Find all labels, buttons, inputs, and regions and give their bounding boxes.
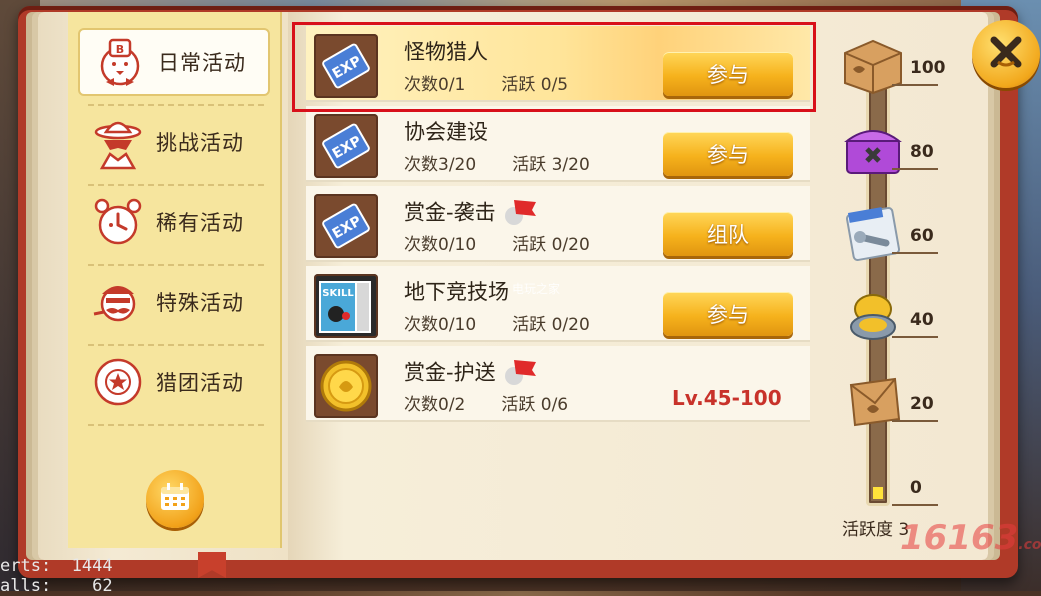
activity-points: 活跃 0/20: [512, 235, 590, 255]
list-item: EXP 赏金-袭击 次数0/10 活跃 0/20 组队: [306, 186, 810, 262]
debug-line: erts: 1444: [0, 556, 113, 576]
envelope-icon: [838, 366, 908, 436]
milestone-tick: [892, 420, 938, 422]
reward-milestone-40[interactable]: 40: [838, 282, 958, 352]
activity-stats: 次数0/1 活跃 0/5: [404, 70, 604, 95]
list-item: EXP 怪物猎人 次数0/1 活跃 0/5 参与: [306, 26, 810, 102]
alarm-clock-icon: [88, 192, 148, 252]
cardboard-box-icon: [838, 30, 908, 100]
sidebar-item-label: 特殊活动: [156, 291, 244, 315]
red-flag-icon: [504, 196, 540, 231]
svg-text:SKILL: SKILL: [322, 288, 354, 299]
milestone-value: 60: [910, 226, 934, 246]
debug-line: alls: 62: [0, 576, 113, 596]
activity-points: 活跃 0/20: [512, 315, 590, 335]
milestone-tick: [892, 252, 938, 254]
sidebar-item-label: 日常活动: [158, 51, 246, 75]
activity-name-wrap: 赏金-袭击: [404, 196, 540, 231]
level-requirement: Lv.45-100: [672, 386, 782, 410]
activity-category-sidebar: B 日常活动 挑战活动 稀有活动 特殊活动 猎团活动: [68, 12, 282, 548]
reward-milestone-60[interactable]: 60: [838, 198, 958, 268]
milestone-tick: [892, 504, 938, 506]
list-item: SKILL 地下竞技场 次数0/10 活跃 0/20 参与: [306, 266, 810, 342]
milestone-value: 0: [910, 478, 922, 498]
activity-name: 怪物猎人: [404, 40, 488, 64]
activity-points: 活跃 0/6: [501, 395, 569, 415]
activity-points: 活跃 0/5: [501, 75, 569, 95]
watermark-number: 16163: [900, 518, 1019, 558]
exp-ticket-icon: EXP: [314, 194, 378, 258]
milestone-value: 40: [910, 310, 934, 330]
close-icon: [986, 32, 1026, 76]
sidebar-item-challenge[interactable]: 挑战活动: [78, 108, 274, 176]
list-item: EXP 协会建设 次数3/20 活跃 3/20 参与: [306, 106, 810, 182]
calendar-icon: [159, 482, 191, 516]
sidebar-item-special[interactable]: 特殊活动: [78, 268, 274, 336]
exp-ticket-icon: EXP: [314, 34, 378, 98]
chick-badge-icon: B: [90, 32, 150, 92]
activity-name: 赏金-袭击: [404, 200, 496, 225]
join-button[interactable]: 参与: [663, 52, 793, 96]
activity-count: 次数0/2: [404, 395, 466, 415]
activity-points: 活跃 3/20: [512, 155, 590, 175]
list-item: 赏金-护送 次数0/2 活跃 0/6 Lv.45-100: [306, 346, 810, 422]
sidebar-item-daily[interactable]: B 日常活动: [78, 28, 270, 96]
reward-milestone-80[interactable]: 80: [838, 114, 958, 184]
activity-stats: 次数0/10 活跃 0/20: [404, 230, 626, 255]
milestone-tick: [892, 336, 938, 338]
sidebar-item-rare[interactable]: 稀有活动: [78, 188, 274, 256]
team-up-button[interactable]: 组队: [663, 212, 793, 256]
activity-name: 赏金-护送: [404, 360, 496, 385]
mustache-boss-icon: [88, 272, 148, 332]
red-flag-icon: [504, 356, 540, 391]
divider: [88, 264, 264, 266]
sidebar-item-label: 稀有活动: [156, 211, 244, 235]
activity-name-wrap: 赏金-护送: [404, 356, 540, 391]
activity-name: 协会建设: [404, 120, 488, 144]
milestone-value: 20: [910, 394, 934, 414]
purple-chest-icon: [838, 114, 908, 184]
divider: [88, 184, 264, 186]
activity-count: 次数0/10: [404, 315, 477, 335]
divider: [88, 344, 264, 346]
activity-count: 次数0/10: [404, 235, 477, 255]
join-button[interactable]: 参与: [663, 132, 793, 176]
activity-stats: 次数0/10 活跃 0/20: [404, 310, 626, 335]
close-button[interactable]: [972, 20, 1040, 88]
milestone-tick: [892, 168, 938, 170]
guild-club-icon: [88, 352, 148, 412]
reward-milestone-0: 0: [838, 450, 958, 520]
sidebar-item-label: 挑战活动: [156, 131, 244, 155]
activity-stats: 次数3/20 活跃 3/20: [404, 150, 626, 175]
milestone-tick: [892, 84, 938, 86]
screw-pack-icon: [838, 198, 908, 268]
divider: [88, 104, 264, 106]
calendar-button[interactable]: [146, 470, 204, 528]
activity-points-label: 活跃度: [842, 520, 893, 540]
activity-count: 次数0/1: [404, 75, 466, 95]
divider: [88, 424, 264, 426]
cowboy-icon: [88, 112, 148, 172]
svg-text:B: B: [116, 43, 124, 56]
sidebar-item-guild[interactable]: 猎团活动: [78, 348, 274, 416]
milestone-value: 100: [910, 58, 946, 78]
gold-coin-icon: [314, 354, 378, 418]
milestone-value: 80: [910, 142, 934, 162]
gold-capsule-icon: [838, 282, 908, 352]
debug-overlay: erts: 1444 alls: 62: [0, 556, 113, 596]
activity-count: 次数3/20: [404, 155, 477, 175]
reward-milestone-100[interactable]: 100: [838, 30, 958, 100]
watermark-text: 电玩之家: [512, 282, 561, 296]
watermark-domain: .com: [1018, 537, 1041, 553]
sidebar-item-label: 猎团活动: [156, 371, 244, 395]
join-button[interactable]: 参与: [663, 292, 793, 336]
exp-ticket-icon: EXP: [314, 114, 378, 178]
activity-name: 地下竞技场: [404, 280, 509, 304]
skill-book-icon: SKILL: [314, 274, 378, 338]
activity-stats: 次数0/2 活跃 0/6: [404, 390, 604, 415]
reward-milestone-20[interactable]: 20: [838, 366, 958, 436]
site-watermark: 16163.com: [900, 518, 1041, 558]
